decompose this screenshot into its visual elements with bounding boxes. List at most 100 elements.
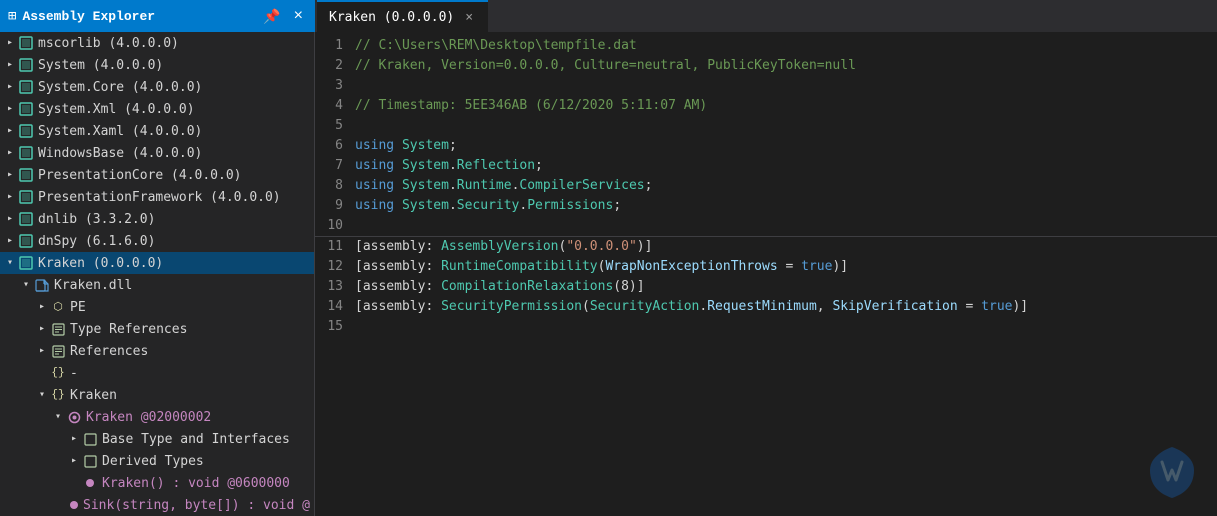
expand-arrow <box>2 81 18 93</box>
line-content <box>355 116 363 136</box>
line-number: 3 <box>315 76 355 96</box>
expand-arrow <box>2 147 18 159</box>
sidebar-label: References <box>70 344 148 359</box>
line-number: 8 <box>315 176 355 196</box>
expand-arrow <box>18 279 34 291</box>
line-content <box>355 76 363 96</box>
line-number: 12 <box>315 257 355 277</box>
sidebar-label: Type References <box>70 322 187 337</box>
sidebar-label: PE <box>70 300 86 315</box>
line-content: using System; <box>355 136 457 156</box>
sidebar-label: Base Type and Interfaces <box>102 432 290 447</box>
sidebar-label: PresentationFramework (4.0.0.0) <box>38 190 281 205</box>
sidebar-label: dnlib (3.3.2.0) <box>38 212 155 227</box>
sidebar-label: System.Core (4.0.0.0) <box>38 80 202 95</box>
ref-icon <box>50 343 66 359</box>
sidebar-item-systemcore[interactable]: System.Core (4.0.0.0) <box>0 76 314 98</box>
code-tab[interactable]: Kraken (0.0.0.0) × <box>317 0 488 32</box>
code-line-7: 7 using System.Reflection; <box>315 156 1217 176</box>
sidebar-item-dnspy[interactable]: dnSpy (6.1.6.0) <box>0 230 314 252</box>
sidebar-item-base-types[interactable]: Base Type and Interfaces <box>0 428 314 450</box>
line-content <box>355 216 363 236</box>
sidebar-item-mscorlib[interactable]: mscorlib (4.0.0.0) <box>0 32 314 54</box>
line-content: [assembly: SecurityPermission(SecurityAc… <box>355 297 1028 317</box>
sidebar-item-presentationfw[interactable]: PresentationFramework (4.0.0.0) <box>0 186 314 208</box>
line-content: [assembly: AssemblyVersion("0.0.0.0")] <box>355 237 652 257</box>
line-content: // Kraken, Version=0.0.0.0, Culture=neut… <box>355 56 856 76</box>
expand-arrow <box>2 191 18 203</box>
expand-arrow <box>2 103 18 115</box>
code-line-12: 12 [assembly: RuntimeCompatibility(WrapN… <box>315 257 1217 277</box>
expand-arrow <box>34 345 50 357</box>
sidebar-item-kraken-dll[interactable]: Kraken.dll <box>0 274 314 296</box>
sidebar-label: Derived Types <box>102 454 204 469</box>
sidebar-label: PresentationCore (4.0.0.0) <box>38 168 242 183</box>
line-number: 9 <box>315 196 355 216</box>
expand-arrow <box>34 323 50 335</box>
code-line-13: 13 [assembly: CompilationRelaxations(8)] <box>315 277 1217 297</box>
expand-arrow <box>50 411 66 423</box>
line-number: 2 <box>315 56 355 76</box>
sidebar-item-pe[interactable]: ⬡ PE <box>0 296 314 318</box>
sidebar-item-kraken-ns[interactable]: {} Kraken <box>0 384 314 406</box>
sidebar-item-references[interactable]: References <box>0 340 314 362</box>
line-content <box>355 317 363 337</box>
sidebar-label: Sink(string, byte[]) : void @ <box>83 498 310 513</box>
line-number: 5 <box>315 116 355 136</box>
sidebar-item-dnlib[interactable]: dnlib (3.3.2.0) <box>0 208 314 230</box>
basetypes-icon <box>82 431 98 447</box>
sidebar-label: Kraken <box>70 388 117 403</box>
derived-icon <box>82 453 98 469</box>
malwarebytes-logo <box>1142 442 1202 506</box>
assembly-icon <box>18 145 34 161</box>
typeref-icon <box>50 321 66 337</box>
sidebar-item-derived-types[interactable]: Derived Types <box>0 450 314 472</box>
expand-arrow <box>2 37 18 49</box>
sidebar-item-kraken[interactable]: Kraken (0.0.0.0) <box>0 252 314 274</box>
sidebar-item-presentationcore[interactable]: PresentationCore (4.0.0.0) <box>0 164 314 186</box>
close-explorer-button[interactable]: × <box>290 5 307 27</box>
line-number: 6 <box>315 136 355 156</box>
line-number: 14 <box>315 297 355 317</box>
code-line-15: 15 <box>315 317 1217 337</box>
line-content: [assembly: CompilationRelaxations(8)] <box>355 277 645 297</box>
code-line-14: 14 [assembly: SecurityPermission(Securit… <box>315 297 1217 317</box>
line-content: using System.Security.Permissions; <box>355 196 621 216</box>
code-line-2: 2 // Kraken, Version=0.0.0.0, Culture=ne… <box>315 56 1217 76</box>
code-line-5: 5 <box>315 116 1217 136</box>
line-number: 1 <box>315 36 355 56</box>
code-editor-panel: 1 // C:\Users\REM\Desktop\tempfile.dat 2… <box>315 32 1217 516</box>
tab-close-btn[interactable]: × <box>462 9 476 26</box>
line-number: 10 <box>315 216 355 236</box>
sidebar-item-windowsbase[interactable]: WindowsBase (4.0.0.0) <box>0 142 314 164</box>
sidebar-item-systemxml[interactable]: System.Xml (4.0.0.0) <box>0 98 314 120</box>
sidebar-item-type-references[interactable]: Type References <box>0 318 314 340</box>
assembly-icon <box>18 57 34 73</box>
class-icon <box>66 409 82 425</box>
sidebar-item-systemxaml[interactable]: System.Xaml (4.0.0.0) <box>0 120 314 142</box>
assembly-icon <box>18 167 34 183</box>
line-content: using System.Reflection; <box>355 156 543 176</box>
assembly-icon <box>18 211 34 227</box>
sidebar-item-empty-ns[interactable]: {} - <box>0 362 314 384</box>
assembly-icon <box>18 255 34 271</box>
pin-button[interactable]: 📌 <box>260 6 283 27</box>
sidebar-item-sink-method[interactable]: Sink(string, byte[]) : void @ <box>0 494 314 516</box>
sidebar-label: Kraken @02000002 <box>86 410 211 425</box>
line-number: 13 <box>315 277 355 297</box>
code-line-8: 8 using System.Runtime.CompilerServices; <box>315 176 1217 196</box>
sidebar-item-kraken-ctor[interactable]: Kraken() : void @0600000 <box>0 472 314 494</box>
sidebar-item-kraken-class[interactable]: Kraken @02000002 <box>0 406 314 428</box>
line-content: using System.Runtime.CompilerServices; <box>355 176 652 196</box>
sidebar-item-system[interactable]: System (4.0.0.0) <box>0 54 314 76</box>
assembly-explorer-panel: mscorlib (4.0.0.0) System (4.0.0.0) Syst… <box>0 32 315 516</box>
sidebar-label: dnSpy (6.1.6.0) <box>38 234 155 249</box>
sidebar-label: mscorlib (4.0.0.0) <box>38 36 179 51</box>
expand-arrow <box>2 257 18 269</box>
sidebar-label: Kraken (0.0.0.0) <box>38 256 163 271</box>
expand-arrow <box>2 125 18 137</box>
expand-arrow <box>66 455 82 467</box>
line-number: 7 <box>315 156 355 176</box>
sidebar-label: System.Xml (4.0.0.0) <box>38 102 195 117</box>
code-line-10: 10 <box>315 216 1217 237</box>
